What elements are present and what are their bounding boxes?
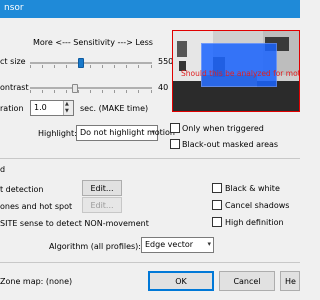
object-size-slider[interactable] <box>30 58 152 68</box>
highlight-select[interactable]: Do not highlight motion ▾ <box>76 125 175 141</box>
black-white-label: Black & white <box>225 184 280 193</box>
highlight-label: Highlight: <box>38 129 77 138</box>
only-when-triggered-checkbox[interactable] <box>170 123 180 133</box>
highlight-selected: Do not highlight motion <box>80 128 175 137</box>
contrast-value: 40 <box>158 83 169 92</box>
sensitivity-header: More <--- Sensitivity ---> Less <box>33 38 153 47</box>
duration-unit: sec. (MAKE time) <box>80 104 149 113</box>
preview-overlay-text: Should this be analyzed for motion? <box>181 69 300 78</box>
duration-spinbox[interactable]: 1.0 ▲ ▼ <box>30 100 74 116</box>
ok-button[interactable]: OK <box>148 271 214 291</box>
algorithm-selected: Edge vector <box>145 240 194 249</box>
zone-map-label: Zone map: (none) <box>0 277 73 286</box>
black-out-masked-checkbox[interactable] <box>170 139 180 149</box>
duration-value: 1.0 <box>34 103 47 112</box>
object-detection-edit-button[interactable]: Edit... <box>82 180 122 196</box>
window-title: nsor <box>4 3 24 13</box>
cancel-shadows-label: Cancel shadows <box>225 201 290 210</box>
motion-zone-overlay <box>201 43 277 87</box>
zones-hotspot-label: ones and hot spot <box>0 202 73 211</box>
spin-up-icon[interactable]: ▲ <box>65 101 69 107</box>
footer-divider <box>0 262 300 263</box>
duration-label: ration <box>0 104 24 113</box>
black-white-checkbox[interactable] <box>212 183 222 193</box>
algorithm-select[interactable]: Edge vector ▾ <box>141 237 214 253</box>
object-size-thumb[interactable] <box>78 58 84 68</box>
algorithm-label: Algorithm (all profiles): <box>49 242 141 251</box>
section-heading: d <box>0 165 6 174</box>
contrast-slider[interactable] <box>30 83 152 93</box>
object-size-value: 550 <box>158 57 174 66</box>
spin-down-icon[interactable]: ▼ <box>65 108 69 114</box>
black-out-masked-label: Black-out masked areas <box>182 140 279 149</box>
only-when-triggered-label: Only when triggered <box>182 124 264 133</box>
help-button[interactable]: He <box>280 271 300 291</box>
contrast-label: ontrast <box>0 83 29 92</box>
object-detection-label: t detection <box>0 185 44 194</box>
zones-hotspot-edit-button[interactable]: Edit... <box>82 197 122 213</box>
chevron-down-icon: ▾ <box>151 128 155 136</box>
cancel-shadows-checkbox[interactable] <box>212 200 222 210</box>
object-size-label: ct size <box>0 57 26 66</box>
title-bar: nsor <box>0 0 300 18</box>
high-definition-label: High definition <box>225 218 284 227</box>
cancel-button[interactable]: Cancel <box>219 271 275 291</box>
camera-preview[interactable]: Should this be analyzed for motion? <box>172 30 300 112</box>
contrast-thumb[interactable] <box>72 84 78 93</box>
chevron-down-icon: ▾ <box>207 240 211 248</box>
opposite-sense-label: SITE sense to detect NON-movement <box>0 219 149 228</box>
high-definition-checkbox[interactable] <box>212 217 222 227</box>
section-divider <box>0 158 300 159</box>
